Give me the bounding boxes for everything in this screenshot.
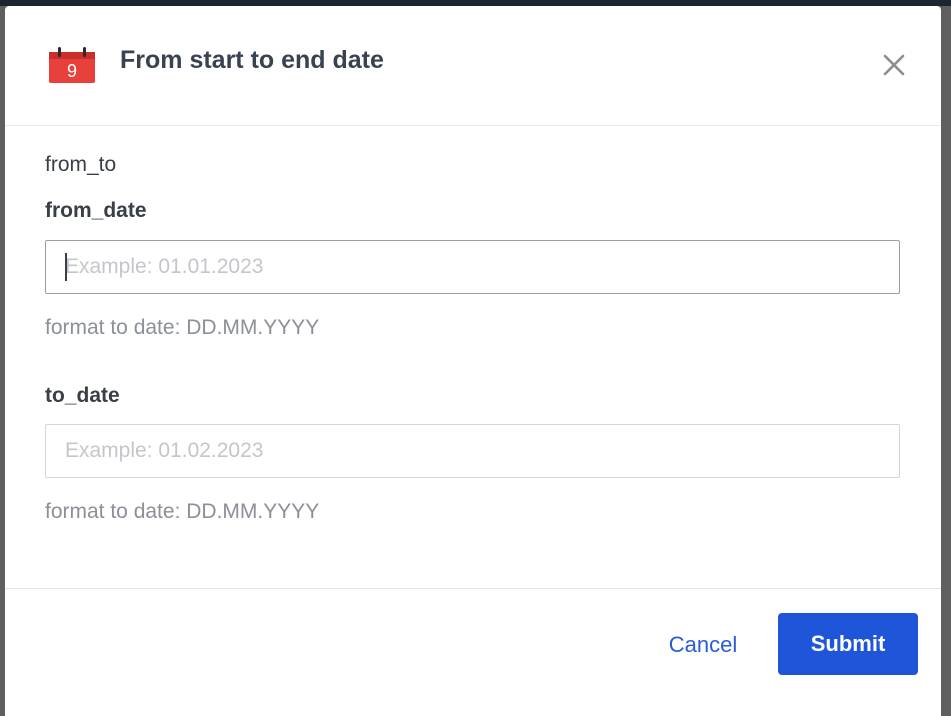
to-date-label: to_date	[45, 384, 120, 407]
text-caret	[65, 253, 67, 281]
dialog-header: 9 From start to end date	[5, 6, 941, 126]
dialog-body: from_to from_date format to date: DD.MM.…	[5, 126, 941, 588]
close-icon[interactable]	[881, 52, 907, 78]
calendar-icon-day: 9	[67, 61, 77, 81]
from-date-label: from_date	[45, 199, 147, 222]
dialog-title: From start to end date	[120, 46, 384, 74]
from-date-help: format to date: DD.MM.YYYY	[45, 316, 320, 339]
section-label: from_to	[45, 153, 117, 176]
dialog-footer: Cancel Submit	[5, 588, 941, 716]
date-range-dialog: 9 From start to end date from_to from_da…	[5, 6, 941, 716]
submit-button[interactable]: Submit	[778, 613, 918, 675]
calendar-icon: 9	[49, 47, 95, 83]
from-date-input[interactable]	[45, 240, 900, 294]
to-date-help: format to date: DD.MM.YYYY	[45, 500, 320, 523]
to-date-input[interactable]	[45, 424, 900, 478]
cancel-button[interactable]: Cancel	[648, 615, 758, 675]
